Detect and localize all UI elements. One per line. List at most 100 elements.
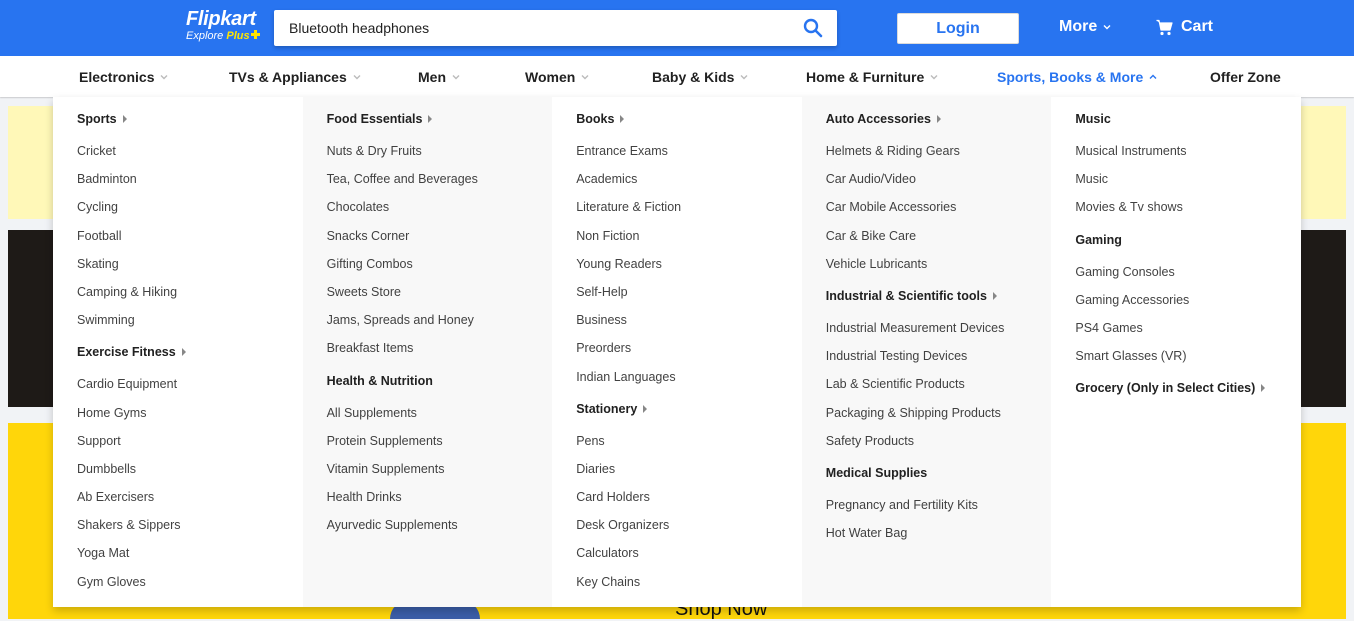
menu-link[interactable]: Gym Gloves	[77, 574, 303, 602]
nav-item-electronics[interactable]: Electronics	[79, 69, 168, 85]
menu-heading[interactable]: Grocery (Only in Select Cities)	[1075, 380, 1301, 412]
menu-link[interactable]: Ab Exercisers	[77, 489, 303, 517]
menu-link[interactable]: Literature & Fiction	[576, 199, 802, 227]
menu-link[interactable]: PS4 Games	[1075, 320, 1301, 348]
menu-link[interactable]: Packaging & Shipping Products	[826, 405, 1052, 433]
menu-link[interactable]: Pregnancy and Fertility Kits	[826, 497, 1052, 525]
more-menu[interactable]: More	[1059, 18, 1111, 36]
menu-link[interactable]: Calculators	[576, 545, 802, 573]
nav-item-home-furniture[interactable]: Home & Furniture	[806, 69, 938, 85]
menu-link[interactable]: Music	[1075, 171, 1301, 199]
menu-link[interactable]: Academics	[576, 171, 802, 199]
menu-heading[interactable]: Auto Accessories	[826, 111, 1052, 143]
menu-heading[interactable]: Exercise Fitness	[77, 344, 303, 376]
menu-link[interactable]: Self-Help	[576, 284, 802, 312]
menu-link[interactable]: Vitamin Supplements	[327, 461, 553, 489]
menu-link[interactable]: Hot Water Bag	[826, 525, 1052, 553]
login-button[interactable]: Login	[897, 13, 1019, 44]
menu-link[interactable]: Car & Bike Care	[826, 228, 1052, 256]
menu-link[interactable]: Dumbbells	[77, 461, 303, 489]
menu-link[interactable]: Ayurvedic Supplements	[327, 517, 553, 545]
menu-link[interactable]: Camping & Hiking	[77, 284, 303, 312]
cart-label: Cart	[1181, 18, 1214, 35]
cart-icon	[1156, 19, 1173, 35]
menu-link[interactable]: Musical Instruments	[1075, 143, 1301, 171]
menu-link[interactable]: Jams, Spreads and Honey	[327, 312, 553, 340]
menu-link[interactable]: Card Holders	[576, 489, 802, 517]
menu-column: Books Entrance Exams Academics Literature &…	[552, 97, 802, 607]
chevron-down-icon	[1103, 25, 1111, 30]
menu-link[interactable]: Business	[576, 312, 802, 340]
nav-item-offer-zone[interactable]: Offer Zone	[1210, 69, 1281, 85]
menu-link[interactable]: Industrial Measurement Devices	[826, 320, 1052, 348]
menu-column: Sports Cricket Badminton Cycling Football Ska…	[53, 97, 303, 607]
menu-link[interactable]: Home Gyms	[77, 405, 303, 433]
nav-item-sports-books-more[interactable]: Sports, Books & More	[997, 69, 1157, 85]
menu-link[interactable]: Entrance Exams	[576, 143, 802, 171]
menu-heading[interactable]: Sports	[77, 111, 303, 143]
menu-link[interactable]: Cycling	[77, 199, 303, 227]
menu-link[interactable]: Lab & Scientific Products	[826, 376, 1052, 404]
menu-link[interactable]: Diaries	[576, 461, 802, 489]
menu-link[interactable]: Protein Supplements	[327, 433, 553, 461]
menu-link[interactable]: Non Fiction	[576, 228, 802, 256]
menu-link[interactable]: Snacks Corner	[327, 228, 553, 256]
menu-heading[interactable]: Medical Supplies	[826, 465, 1052, 497]
menu-link[interactable]: Key Chains	[576, 574, 802, 602]
search-icon[interactable]	[803, 18, 823, 38]
menu-link[interactable]: Cardio Equipment	[77, 376, 303, 404]
menu-link[interactable]: Cricket	[77, 143, 303, 171]
search-input[interactable]	[274, 10, 794, 46]
menu-heading[interactable]: Music	[1075, 111, 1301, 143]
menu-link[interactable]: Breakfast Items	[327, 340, 553, 368]
menu-link[interactable]: Nuts & Dry Fruits	[327, 143, 553, 171]
menu-link[interactable]: Chocolates	[327, 199, 553, 227]
nav-item-label: TVs & Appliances	[229, 69, 347, 85]
menu-link[interactable]: Helmets & Riding Gears	[826, 143, 1052, 171]
menu-link[interactable]: Football	[77, 228, 303, 256]
menu-link[interactable]: Support	[77, 433, 303, 461]
chevron-down-icon	[160, 75, 168, 80]
menu-link[interactable]: Sweets Store	[327, 284, 553, 312]
mega-menu: Sports Cricket Badminton Cycling Football Ska…	[53, 97, 1301, 607]
menu-heading[interactable]: Gaming	[1075, 232, 1301, 264]
search-bar	[274, 10, 837, 46]
cart-button[interactable]: Cart	[1156, 18, 1213, 36]
menu-column: Auto Accessories Helmets & Riding Gears Ca…	[801, 97, 1052, 607]
menu-heading[interactable]: Books	[576, 111, 802, 143]
nav-item-women[interactable]: Women	[525, 69, 589, 85]
flipkart-logo[interactable]: Flipkart Explore Plus	[186, 9, 260, 43]
chevron-down-icon	[930, 75, 938, 80]
menu-link[interactable]: Young Readers	[576, 256, 802, 284]
nav-item-men[interactable]: Men	[418, 69, 460, 85]
menu-link[interactable]: Gifting Combos	[327, 256, 553, 284]
menu-link[interactable]: Tea, Coffee and Beverages	[327, 171, 553, 199]
menu-link[interactable]: Swimming	[77, 312, 303, 340]
menu-link[interactable]: Indian Languages	[576, 369, 802, 397]
menu-link[interactable]: All Supplements	[327, 405, 553, 433]
menu-heading-label: Grocery (Only in Select Cities)	[1075, 381, 1256, 396]
menu-link[interactable]: Vehicle Lubricants	[826, 256, 1052, 284]
menu-heading[interactable]: Stationery	[576, 401, 802, 433]
menu-link[interactable]: Skating	[77, 256, 303, 284]
menu-heading[interactable]: Health & Nutrition	[327, 373, 553, 405]
nav-item-baby-kids[interactable]: Baby & Kids	[652, 69, 748, 85]
menu-link[interactable]: Industrial Testing Devices	[826, 348, 1052, 376]
menu-link[interactable]: Gaming Accessories	[1075, 292, 1301, 320]
menu-link[interactable]: Movies & Tv shows	[1075, 199, 1301, 227]
menu-link[interactable]: Pens	[576, 433, 802, 461]
menu-link[interactable]: Desk Organizers	[576, 517, 802, 545]
nav-item-tvs-appliances[interactable]: TVs & Appliances	[229, 69, 361, 85]
menu-link[interactable]: Health Drinks	[327, 489, 553, 517]
menu-link[interactable]: Car Mobile Accessories	[826, 199, 1052, 227]
menu-link[interactable]: Shakers & Sippers	[77, 517, 303, 545]
menu-link[interactable]: Smart Glasses (VR)	[1075, 348, 1301, 376]
menu-link[interactable]: Car Audio/Video	[826, 171, 1052, 199]
menu-heading[interactable]: Food Essentials	[327, 111, 553, 143]
menu-link[interactable]: Badminton	[77, 171, 303, 199]
menu-link[interactable]: Preorders	[576, 340, 802, 368]
menu-link[interactable]: Yoga Mat	[77, 545, 303, 573]
menu-link[interactable]: Safety Products	[826, 433, 1052, 461]
menu-link[interactable]: Gaming Consoles	[1075, 264, 1301, 292]
menu-heading[interactable]: Industrial & Scientific tools	[826, 288, 1052, 320]
